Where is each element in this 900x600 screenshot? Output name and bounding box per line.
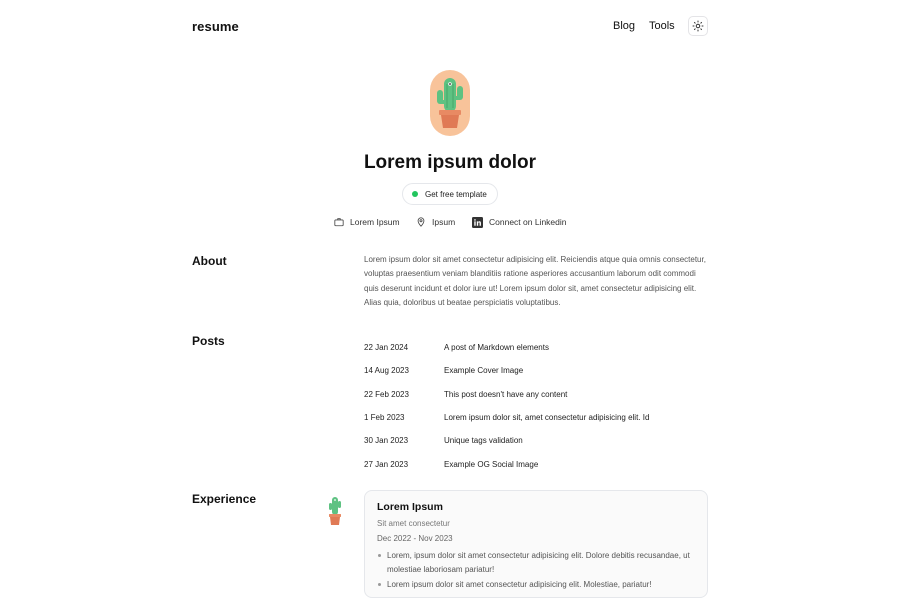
meta-location: Ipsum bbox=[416, 215, 455, 229]
post-date: 22 Feb 2023 bbox=[364, 389, 409, 399]
posts-list: 22 Jan 2024 A post of Markdown elements … bbox=[364, 336, 709, 476]
experience-bullet: Lorem ipsum dolor sit amet consectetur a… bbox=[377, 578, 695, 592]
post-row[interactable]: 22 Feb 2023 This post doesn't have any c… bbox=[364, 383, 709, 406]
get-template-button[interactable]: Get free template bbox=[402, 183, 498, 205]
meta-company: Lorem Ipsum bbox=[334, 215, 400, 229]
experience-card: Lorem Ipsum Sit amet consectetur Dec 202… bbox=[364, 490, 708, 598]
nav-link-tools[interactable]: Tools bbox=[649, 20, 675, 32]
post-row[interactable]: 1 Feb 2023 Lorem ipsum dolor sit, amet c… bbox=[364, 406, 709, 429]
cactus-icon bbox=[329, 497, 341, 525]
experience-bullet: Lorem, ipsum dolor sit amet consectetur … bbox=[377, 549, 695, 576]
post-date: 30 Jan 2023 bbox=[364, 436, 409, 446]
sun-icon bbox=[692, 20, 704, 32]
meta-company-label: Lorem Ipsum bbox=[350, 217, 400, 227]
linkedin-label: Connect on Linkedin bbox=[489, 217, 567, 227]
experience-heading: Experience bbox=[192, 492, 257, 506]
posts-heading: Posts bbox=[192, 334, 225, 348]
experience-company: Lorem Ipsum bbox=[377, 501, 443, 513]
briefcase-icon bbox=[334, 218, 344, 227]
nav-link-blog[interactable]: Blog bbox=[613, 20, 635, 32]
theme-toggle-button[interactable] bbox=[688, 16, 708, 36]
linkedin-link[interactable]: Connect on Linkedin bbox=[472, 215, 567, 229]
post-row[interactable]: 30 Jan 2023 Unique tags validation bbox=[364, 429, 709, 452]
post-row[interactable]: 22 Jan 2024 A post of Markdown elements bbox=[364, 336, 709, 359]
site-brand[interactable]: resume bbox=[192, 19, 239, 34]
post-title[interactable]: Example OG Social Image bbox=[444, 460, 709, 469]
get-template-label: Get free template bbox=[425, 189, 487, 199]
post-row[interactable]: 27 Jan 2023 Example OG Social Image bbox=[364, 452, 709, 475]
avatar bbox=[430, 70, 470, 136]
post-title[interactable]: Lorem ipsum dolor sit, amet consectetur … bbox=[444, 413, 709, 422]
post-title[interactable]: This post doesn't have any content bbox=[444, 390, 709, 399]
post-date: 27 Jan 2023 bbox=[364, 459, 409, 469]
cactus-icon bbox=[437, 78, 463, 128]
experience-role: Sit amet consectetur bbox=[377, 519, 450, 528]
status-dot bbox=[412, 191, 418, 197]
about-text: Lorem ipsum dolor sit amet consectetur a… bbox=[364, 255, 706, 307]
site-header: resume Blog Tools bbox=[0, 0, 900, 52]
post-date: 1 Feb 2023 bbox=[364, 413, 405, 423]
meta-location-label: Ipsum bbox=[432, 217, 456, 227]
linkedin-icon bbox=[472, 216, 483, 228]
post-title[interactable]: Example Cover Image bbox=[444, 366, 709, 375]
experience-bullets: Lorem, ipsum dolor sit amet consectetur … bbox=[377, 549, 695, 592]
map-pin-icon bbox=[417, 217, 425, 227]
post-date: 14 Aug 2023 bbox=[364, 366, 409, 376]
post-row[interactable]: 14 Aug 2023 Example Cover Image bbox=[364, 359, 709, 382]
post-title[interactable]: A post of Markdown elements bbox=[444, 343, 709, 352]
post-title[interactable]: Unique tags validation bbox=[444, 436, 709, 445]
company-logo bbox=[327, 495, 343, 527]
experience-dates: Dec 2022 - Nov 2023 bbox=[377, 534, 453, 543]
about-heading: About bbox=[192, 254, 227, 268]
post-date: 22 Jan 2024 bbox=[364, 343, 409, 353]
page-title: Lorem ipsum dolor bbox=[363, 152, 537, 173]
